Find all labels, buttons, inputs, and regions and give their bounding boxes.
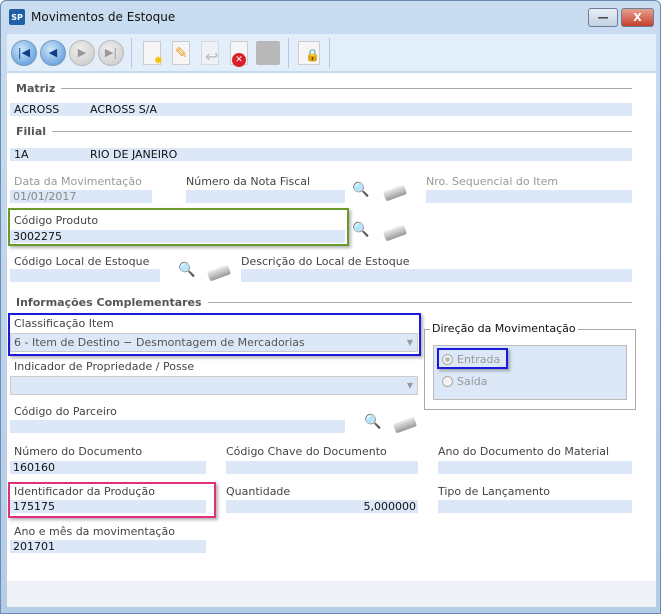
status-area: [7, 581, 656, 607]
highlight-codigo-produto: [8, 208, 349, 246]
previous-record-icon[interactable]: ◀: [40, 39, 66, 66]
filial-name: RIO DE JANEIRO: [90, 148, 178, 161]
tipo-lanc-field[interactable]: [438, 500, 632, 513]
highlight-ident-prod: [8, 482, 216, 518]
num-doc-label: Número do Documento: [14, 445, 143, 458]
descricao-local-label: Descrição do Local de Estoque: [241, 255, 410, 268]
app-icon: SP: [9, 9, 25, 25]
nro-seq-label: Nro. Sequencial do Item: [426, 175, 559, 188]
quantidade-field[interactable]: 5,000000: [226, 500, 418, 513]
data-mov-label: Data da Movimentação: [14, 175, 142, 188]
toolbar: |◀ ◀ ▶ ▶| ✸ ✎ ↩ ✕ 🔒: [7, 34, 656, 71]
ano-doc-field[interactable]: [438, 461, 632, 474]
radio-saida[interactable]: Saída: [442, 375, 488, 388]
quantidade-label: Quantidade: [226, 485, 291, 498]
ano-mes-label: Ano e mês da movimentação: [14, 525, 175, 538]
nota-fiscal-label: Número da Nota Fiscal: [186, 175, 311, 188]
chevron-down-icon: ▼: [406, 381, 413, 390]
matriz-code: ACROSS: [14, 103, 60, 116]
data-mov-field[interactable]: 01/01/2017: [10, 190, 152, 203]
save-icon[interactable]: [255, 38, 281, 68]
search-icon[interactable]: 🔍: [352, 182, 369, 198]
parceiro-field[interactable]: [10, 420, 345, 433]
close-button[interactable]: X: [621, 8, 654, 27]
search-icon[interactable]: 🔍: [352, 222, 369, 238]
section-info-complementares: Informações Complementares: [16, 296, 632, 309]
tipo-lanc-label: Tipo de Lançamento: [438, 485, 551, 498]
highlight-classificacao: [8, 313, 421, 356]
toolbar-divider: [329, 37, 330, 68]
last-record-icon[interactable]: ▶|: [98, 39, 124, 66]
next-record-icon[interactable]: ▶: [69, 39, 95, 66]
toolbar-divider: [288, 37, 289, 68]
title-bar: SP Movimentos de Estoque: [9, 9, 175, 25]
nro-seq-field[interactable]: [426, 190, 632, 203]
parceiro-label: Código do Parceiro: [14, 405, 117, 418]
ano-mes-field[interactable]: 201701: [10, 540, 206, 553]
codigo-local-field[interactable]: [10, 269, 160, 282]
section-filial: Filial: [16, 125, 632, 138]
matriz-name: ACROSS S/A: [90, 103, 157, 116]
new-icon[interactable]: ✸: [139, 38, 165, 68]
chave-doc-field[interactable]: [226, 461, 418, 474]
chave-doc-label: Código Chave do Documento: [226, 445, 387, 458]
search-icon[interactable]: 🔍: [364, 414, 381, 430]
num-doc-field[interactable]: 160160: [10, 461, 206, 474]
direcao-label: Direção da Movimentação: [430, 322, 578, 335]
undo-icon[interactable]: ↩: [197, 38, 223, 68]
delete-icon[interactable]: ✕: [226, 38, 252, 68]
filial-code: 1A: [14, 148, 29, 161]
descricao-local-field[interactable]: [241, 269, 632, 282]
radio-icon: [442, 376, 453, 387]
nota-fiscal-field[interactable]: [186, 190, 345, 203]
toolbar-divider: [131, 37, 132, 68]
search-icon[interactable]: 🔍: [178, 262, 195, 278]
window-title: Movimentos de Estoque: [31, 10, 176, 24]
first-record-icon[interactable]: |◀: [11, 39, 37, 66]
indicador-select[interactable]: ▼: [10, 376, 418, 395]
ano-doc-label: Ano do Documento do Material: [438, 445, 610, 458]
lock-icon[interactable]: 🔒: [296, 38, 322, 68]
section-matriz: Matriz: [16, 82, 632, 95]
indicador-label: Indicador de Propriedade / Posse: [14, 360, 195, 373]
minimize-button[interactable]: —: [588, 8, 618, 27]
edit-icon[interactable]: ✎: [168, 38, 194, 68]
highlight-entrada: [437, 348, 508, 369]
radio-label: Saída: [457, 375, 488, 388]
codigo-local-label: Código Local de Estoque: [14, 255, 150, 268]
